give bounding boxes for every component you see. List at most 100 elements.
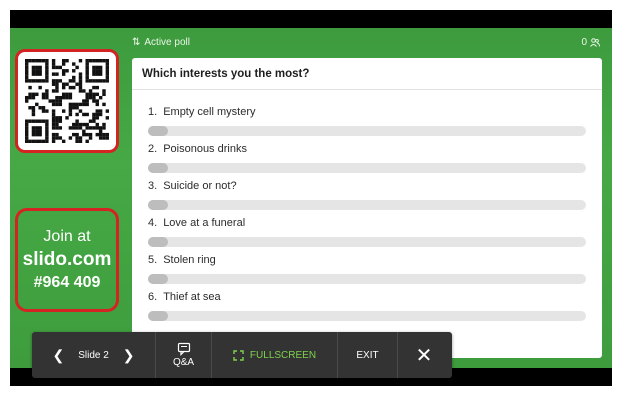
qr-module bbox=[105, 132, 109, 137]
qr-module bbox=[55, 79, 59, 83]
qr-module bbox=[31, 65, 36, 70]
qr-module bbox=[55, 82, 59, 86]
qr-module bbox=[92, 59, 96, 63]
qr-module bbox=[45, 119, 49, 123]
option-number: 6. bbox=[148, 291, 158, 303]
qr-module bbox=[82, 102, 86, 107]
qr-module bbox=[68, 136, 73, 140]
poll-card: Which interests you the most? 1. Empty ce… bbox=[132, 58, 602, 358]
qr-module bbox=[51, 62, 56, 66]
qr-module bbox=[72, 75, 76, 80]
qr-module bbox=[28, 85, 32, 90]
option-text: Stolen ring bbox=[163, 254, 216, 266]
qr-module bbox=[78, 75, 83, 80]
qr-module bbox=[85, 75, 89, 80]
qr-module bbox=[38, 119, 42, 123]
qr-module bbox=[25, 129, 29, 133]
qr-module bbox=[25, 122, 29, 127]
close-button[interactable]: ✕ bbox=[398, 332, 450, 378]
option-number: 1. bbox=[148, 106, 158, 118]
qr-module bbox=[61, 109, 66, 113]
option-result-track bbox=[148, 274, 586, 284]
participant-count: 0 bbox=[581, 36, 587, 48]
qr-module bbox=[82, 112, 86, 117]
qr-module bbox=[82, 132, 86, 137]
qr-module bbox=[72, 122, 76, 127]
qr-module bbox=[35, 119, 39, 123]
qr-module bbox=[105, 79, 109, 83]
qr-module bbox=[61, 92, 66, 97]
qr-module bbox=[85, 99, 89, 103]
qr-module bbox=[95, 92, 99, 97]
qr-module bbox=[61, 85, 66, 90]
qr-module bbox=[45, 122, 49, 127]
qr-module bbox=[45, 69, 49, 73]
qr-module bbox=[85, 126, 89, 130]
qr-module bbox=[65, 69, 69, 73]
qr-module bbox=[72, 126, 76, 130]
qr-module bbox=[55, 119, 59, 123]
qr-module bbox=[98, 132, 103, 137]
qr-module bbox=[68, 126, 73, 130]
qr-module bbox=[31, 69, 36, 73]
option-result-bar bbox=[148, 237, 168, 247]
qr-module bbox=[25, 132, 29, 137]
qr-module bbox=[51, 72, 56, 76]
qr-module bbox=[51, 59, 56, 63]
fullscreen-icon bbox=[233, 349, 244, 361]
qr-module bbox=[78, 89, 83, 93]
qr-module bbox=[35, 59, 39, 63]
exit-button[interactable]: EXIT bbox=[338, 332, 398, 378]
qr-module bbox=[35, 92, 39, 97]
qr-module bbox=[78, 126, 83, 130]
qr-module bbox=[102, 92, 106, 97]
qr-module bbox=[98, 59, 103, 63]
qr-module bbox=[105, 59, 109, 63]
qa-button[interactable]: Q&A bbox=[156, 332, 212, 378]
option-label: 4. Love at a funeral bbox=[148, 217, 586, 229]
qr-module bbox=[51, 139, 56, 143]
qr-module bbox=[45, 65, 49, 70]
qr-module bbox=[31, 72, 36, 76]
qr-module bbox=[51, 132, 56, 137]
qr-module bbox=[51, 122, 56, 127]
option-result-track bbox=[148, 311, 586, 321]
qr-module bbox=[105, 69, 109, 73]
qr-module bbox=[88, 89, 93, 93]
qr-module bbox=[72, 132, 76, 137]
qa-label: Q&A bbox=[172, 357, 195, 368]
qr-module bbox=[31, 109, 36, 113]
fullscreen-button[interactable]: FULLSCREEN bbox=[212, 332, 338, 378]
close-icon: ✕ bbox=[415, 344, 433, 367]
qr-module bbox=[45, 136, 49, 140]
qr-module bbox=[25, 136, 29, 140]
option-text: Suicide or not? bbox=[163, 180, 237, 192]
qr-module bbox=[78, 72, 83, 76]
option-result-bar bbox=[148, 200, 168, 210]
qr-module bbox=[25, 95, 29, 100]
qr-module bbox=[72, 79, 76, 83]
qr-module bbox=[28, 95, 32, 100]
chevron-left-icon[interactable]: ❮ bbox=[52, 347, 64, 364]
qr-module bbox=[31, 95, 36, 100]
qr-module bbox=[38, 132, 42, 137]
chevron-right-icon[interactable]: ❯ bbox=[123, 347, 135, 364]
join-info-box: Join at slido.com #964 409 bbox=[15, 208, 119, 312]
qr-module bbox=[98, 112, 103, 117]
option-text: Poisonous drinks bbox=[163, 143, 247, 155]
qr-module bbox=[92, 112, 96, 117]
qr-module bbox=[82, 99, 86, 103]
qr-module bbox=[25, 126, 29, 130]
qr-module bbox=[75, 112, 79, 117]
qr-module bbox=[68, 85, 73, 90]
qr-module bbox=[25, 69, 29, 73]
option-label: 2. Poisonous drinks bbox=[148, 143, 586, 155]
poll-option: 4. Love at a funeral bbox=[148, 217, 586, 254]
qr-module bbox=[95, 126, 99, 130]
qr-module bbox=[25, 75, 29, 80]
qr-module bbox=[85, 112, 89, 117]
qr-module bbox=[38, 106, 42, 110]
qr-module bbox=[51, 126, 56, 130]
qr-module bbox=[105, 65, 109, 70]
qr-module bbox=[38, 129, 42, 133]
